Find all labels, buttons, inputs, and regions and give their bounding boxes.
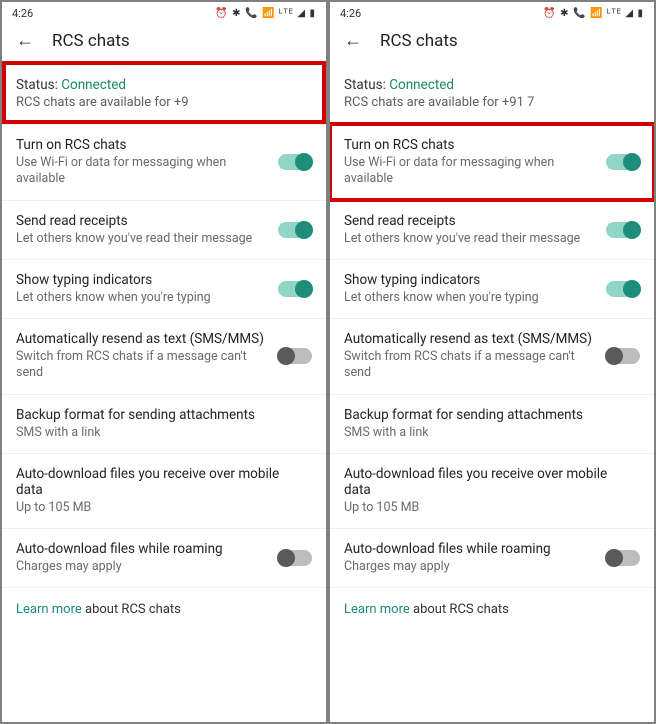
setting-backup-format-for-sending-attachments[interactable]: Backup format for sending attachments SMS… xyxy=(2,394,326,453)
setting-subtitle: Let others know you've read their messag… xyxy=(344,231,598,247)
setting-subtitle: Up to 105 MB xyxy=(16,500,304,516)
header: ← RCS chats xyxy=(2,22,326,61)
setting-title: Backup format for sending attachments xyxy=(344,407,632,423)
setting-backup-format-for-sending-attachments[interactable]: Backup format for sending attachments SMS… xyxy=(330,394,654,453)
toggle-turn-on-rcs-chats[interactable] xyxy=(278,154,312,170)
status-availability: RCS chats are available for +9 xyxy=(16,95,312,110)
setting-auto-download-files-you-receive-over-mobile-data[interactable]: Auto-download files you receive over mob… xyxy=(330,453,654,528)
status-value: Connected xyxy=(61,77,126,93)
toggle-send-read-receipts[interactable] xyxy=(606,222,640,238)
learn-more-link[interactable]: Learn more xyxy=(16,602,82,617)
status-bar: 4:26 ⏰ ✱ 📞 📶 ᴸᵀᴱ ◢ ▮ xyxy=(330,2,654,22)
status-icons: ⏰ ✱ 📞 📶 ᴸᵀᴱ ◢ ▮ xyxy=(215,8,316,19)
setting-text: Show typing indicators Let others know wh… xyxy=(16,272,278,306)
setting-show-typing-indicators[interactable]: Show typing indicators Let others know wh… xyxy=(2,259,326,318)
back-arrow-icon[interactable]: ← xyxy=(344,30,362,51)
setting-subtitle: Switch from RCS chats if a message can't… xyxy=(344,349,598,382)
setting-show-typing-indicators[interactable]: Show typing indicators Let others know wh… xyxy=(330,259,654,318)
toggle-show-typing-indicators[interactable] xyxy=(278,281,312,297)
setting-text: Show typing indicators Let others know wh… xyxy=(344,272,606,306)
setting-title: Automatically resend as text (SMS/MMS) xyxy=(16,331,270,347)
setting-text: Turn on RCS chats Use Wi-Fi or data for m… xyxy=(16,137,278,188)
toggle-automatically-resend-as-text-sms-mms[interactable] xyxy=(278,348,312,364)
learn-more-row: Learn more about RCS chats xyxy=(2,587,326,631)
learn-more-row: Learn more about RCS chats xyxy=(330,587,654,631)
setting-subtitle: Switch from RCS chats if a message can't… xyxy=(16,349,270,382)
setting-title: Turn on RCS chats xyxy=(16,137,270,153)
learn-more-text: about RCS chats xyxy=(82,602,181,617)
status-availability: RCS chats are available for +91 7 xyxy=(344,95,640,110)
status-icons: ⏰ ✱ 📞 📶 ᴸᵀᴱ ◢ ▮ xyxy=(543,8,644,19)
page-title: RCS chats xyxy=(52,31,130,51)
clock: 4:26 xyxy=(340,7,361,20)
setting-text: Backup format for sending attachments SMS… xyxy=(344,407,640,441)
setting-send-read-receipts[interactable]: Send read receipts Let others know you've… xyxy=(2,200,326,259)
setting-title: Turn on RCS chats xyxy=(344,137,598,153)
learn-more-text: about RCS chats xyxy=(410,602,509,617)
setting-title: Backup format for sending attachments xyxy=(16,407,304,423)
setting-subtitle: Let others know you've read their messag… xyxy=(16,231,270,247)
setting-title: Show typing indicators xyxy=(16,272,270,288)
learn-more-link[interactable]: Learn more xyxy=(344,602,410,617)
toggle-automatically-resend-as-text-sms-mms[interactable] xyxy=(606,348,640,364)
panel-left: 4:26 ⏰ ✱ 📞 📶 ᴸᵀᴱ ◢ ▮ ← RCS chats Status:… xyxy=(0,0,328,724)
toggle-show-typing-indicators[interactable] xyxy=(606,281,640,297)
status-bar: 4:26 ⏰ ✱ 📞 📶 ᴸᵀᴱ ◢ ▮ xyxy=(2,2,326,22)
setting-text: Backup format for sending attachments SMS… xyxy=(16,407,312,441)
setting-subtitle: Up to 105 MB xyxy=(344,500,632,516)
status-value: Connected xyxy=(389,77,454,93)
panel-right: 4:26 ⏰ ✱ 📞 📶 ᴸᵀᴱ ◢ ▮ ← RCS chats Status:… xyxy=(328,0,656,724)
setting-auto-download-files-you-receive-over-mobile-data[interactable]: Auto-download files you receive over mob… xyxy=(2,453,326,528)
header: ← RCS chats xyxy=(330,22,654,61)
back-arrow-icon[interactable]: ← xyxy=(16,30,34,51)
setting-text: Send read receipts Let others know you've… xyxy=(16,213,278,247)
setting-text: Send read receipts Let others know you've… xyxy=(344,213,606,247)
setting-text: Auto-download files you receive over mob… xyxy=(16,466,312,516)
setting-title: Show typing indicators xyxy=(344,272,598,288)
setting-automatically-resend-as-text-sms-mms[interactable]: Automatically resend as text (SMS/MMS) Sw… xyxy=(2,318,326,394)
settings-list: Turn on RCS chats Use Wi-Fi or data for m… xyxy=(330,124,654,587)
setting-auto-download-files-while-roaming[interactable]: Auto-download files while roaming Charges… xyxy=(330,528,654,587)
status-block: Status: Connected RCS chats are availabl… xyxy=(330,61,654,124)
setting-text: Auto-download files you receive over mob… xyxy=(344,466,640,516)
toggle-send-read-receipts[interactable] xyxy=(278,222,312,238)
setting-subtitle: Use Wi-Fi or data for messaging when ava… xyxy=(344,155,598,188)
setting-subtitle: SMS with a link xyxy=(344,425,632,441)
toggle-turn-on-rcs-chats[interactable] xyxy=(606,154,640,170)
setting-auto-download-files-while-roaming[interactable]: Auto-download files while roaming Charges… xyxy=(2,528,326,587)
setting-subtitle: Let others know when you're typing xyxy=(344,290,598,306)
setting-subtitle: Charges may apply xyxy=(344,559,598,575)
setting-title: Auto-download files while roaming xyxy=(344,541,598,557)
status-label: Status: xyxy=(344,77,389,93)
settings-list: Turn on RCS chats Use Wi-Fi or data for m… xyxy=(2,124,326,587)
setting-subtitle: Charges may apply xyxy=(16,559,270,575)
status-label: Status: xyxy=(16,77,61,93)
setting-turn-on-rcs-chats[interactable]: Turn on RCS chats Use Wi-Fi or data for m… xyxy=(330,124,654,200)
setting-turn-on-rcs-chats[interactable]: Turn on RCS chats Use Wi-Fi or data for m… xyxy=(2,124,326,200)
setting-text: Auto-download files while roaming Charges… xyxy=(16,541,278,575)
setting-text: Turn on RCS chats Use Wi-Fi or data for m… xyxy=(344,137,606,188)
setting-automatically-resend-as-text-sms-mms[interactable]: Automatically resend as text (SMS/MMS) Sw… xyxy=(330,318,654,394)
setting-title: Auto-download files you receive over mob… xyxy=(16,466,304,498)
setting-subtitle: SMS with a link xyxy=(16,425,304,441)
setting-text: Automatically resend as text (SMS/MMS) Sw… xyxy=(16,331,278,382)
status-line: Status: Connected xyxy=(344,77,640,93)
status-block: Status: Connected RCS chats are availabl… xyxy=(2,61,326,124)
setting-subtitle: Let others know when you're typing xyxy=(16,290,270,306)
toggle-auto-download-files-while-roaming[interactable] xyxy=(278,550,312,566)
setting-title: Send read receipts xyxy=(16,213,270,229)
page-title: RCS chats xyxy=(380,31,458,51)
setting-send-read-receipts[interactable]: Send read receipts Let others know you've… xyxy=(330,200,654,259)
setting-title: Automatically resend as text (SMS/MMS) xyxy=(344,331,598,347)
setting-title: Auto-download files while roaming xyxy=(16,541,270,557)
setting-title: Send read receipts xyxy=(344,213,598,229)
setting-text: Auto-download files while roaming Charges… xyxy=(344,541,606,575)
status-line: Status: Connected xyxy=(16,77,312,93)
setting-text: Automatically resend as text (SMS/MMS) Sw… xyxy=(344,331,606,382)
setting-subtitle: Use Wi-Fi or data for messaging when ava… xyxy=(16,155,270,188)
toggle-auto-download-files-while-roaming[interactable] xyxy=(606,550,640,566)
clock: 4:26 xyxy=(12,7,33,20)
setting-title: Auto-download files you receive over mob… xyxy=(344,466,632,498)
